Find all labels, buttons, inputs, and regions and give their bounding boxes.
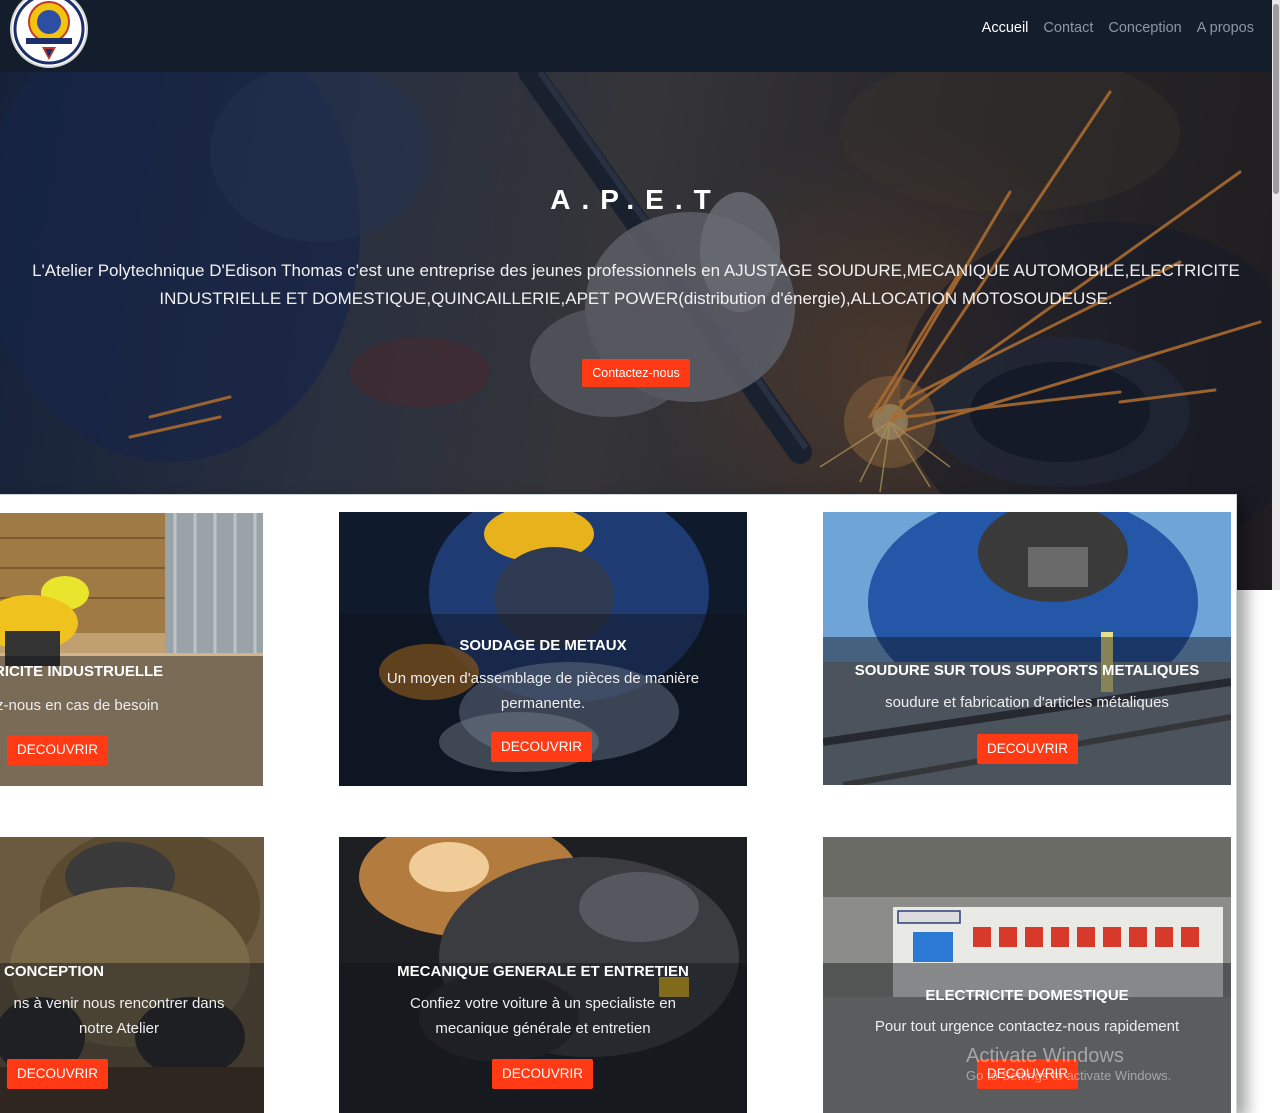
nav-accueil[interactable]: Accueil bbox=[982, 18, 1029, 38]
card-title: CONCEPTION bbox=[4, 963, 105, 980]
discover-button[interactable]: DECOUVRIR bbox=[492, 1059, 594, 1089]
discover-button[interactable]: DECOUVRIR bbox=[7, 735, 109, 765]
service-card-electricite-industrielle: RICITE INDUSTRUELLE z-nous en cas de bes… bbox=[0, 513, 263, 786]
card-title: SOUDURE SUR TOUS SUPPORTS METALIQUES bbox=[854, 662, 1200, 679]
card-title: RICITE INDUSTRUELLE bbox=[0, 663, 164, 680]
service-card-soudure-supports: SOUDURE SUR TOUS SUPPORTS METALIQUES sou… bbox=[823, 512, 1231, 785]
nav-conception[interactable]: Conception bbox=[1108, 18, 1181, 38]
apet-logo[interactable] bbox=[10, 0, 88, 68]
service-card-mecanique: MECANIQUE GENERALE ET ENTRETIEN Confiez … bbox=[339, 837, 747, 1113]
discover-button[interactable]: DECOUVRIR bbox=[7, 1059, 109, 1089]
card-description: z-nous en cas de besoin bbox=[0, 697, 159, 714]
nav-a-propos[interactable]: A propos bbox=[1197, 18, 1254, 38]
card-description: Pour tout urgence contactez-nous rapidem… bbox=[874, 1018, 1180, 1035]
card-description: Un moyen d'assemblage de pièces de maniè… bbox=[386, 670, 700, 712]
navbar: Accueil Contact Conception A propos bbox=[0, 0, 1272, 72]
watermark-title: Activate Windows bbox=[966, 1045, 1124, 1067]
hero-title: A.P.E.T bbox=[550, 184, 722, 215]
discover-button[interactable]: DECOUVRIR bbox=[977, 734, 1079, 764]
card-title: MECANIQUE GENERALE ET ENTRETIEN bbox=[397, 963, 689, 980]
card-title: ELECTRICITE DOMESTIQUE bbox=[925, 987, 1129, 1004]
services-panel: RICITE INDUSTRUELLE z-nous en cas de bes… bbox=[0, 494, 1237, 1113]
contact-us-button[interactable]: Contactez-nous bbox=[582, 359, 690, 387]
apet-emblem-icon bbox=[13, 0, 85, 65]
service-card-soudage-metaux: SOUDAGE DE METAUX Un moyen d'assemblage … bbox=[339, 512, 747, 786]
activate-windows-watermark: Activate Windows Go to Settings to activ… bbox=[966, 1045, 1171, 1083]
hero-description: L'Atelier Polytechnique D'Edison Thomas … bbox=[32, 261, 1240, 308]
service-card-conception: CONCEPTION ns à venir nous rencontrer da… bbox=[0, 837, 264, 1113]
card-description: ns à venir nous rencontrer dans notre At… bbox=[13, 995, 225, 1037]
scrollbar-thumb[interactable] bbox=[1273, 4, 1279, 194]
card-title: SOUDAGE DE METAUX bbox=[459, 637, 627, 654]
nav-menu: Accueil Contact Conception A propos bbox=[982, 18, 1254, 38]
card-description: soudure et fabrication d'articles métali… bbox=[885, 694, 1169, 711]
page-scrollbar[interactable] bbox=[1272, 0, 1280, 590]
watermark-subtitle: Go to Settings to activate Windows. bbox=[966, 1068, 1172, 1083]
nav-contact[interactable]: Contact bbox=[1043, 18, 1093, 38]
discover-button[interactable]: DECOUVRIR bbox=[491, 732, 593, 762]
card-description: Confiez votre voiture à un specialiste e… bbox=[410, 995, 676, 1037]
